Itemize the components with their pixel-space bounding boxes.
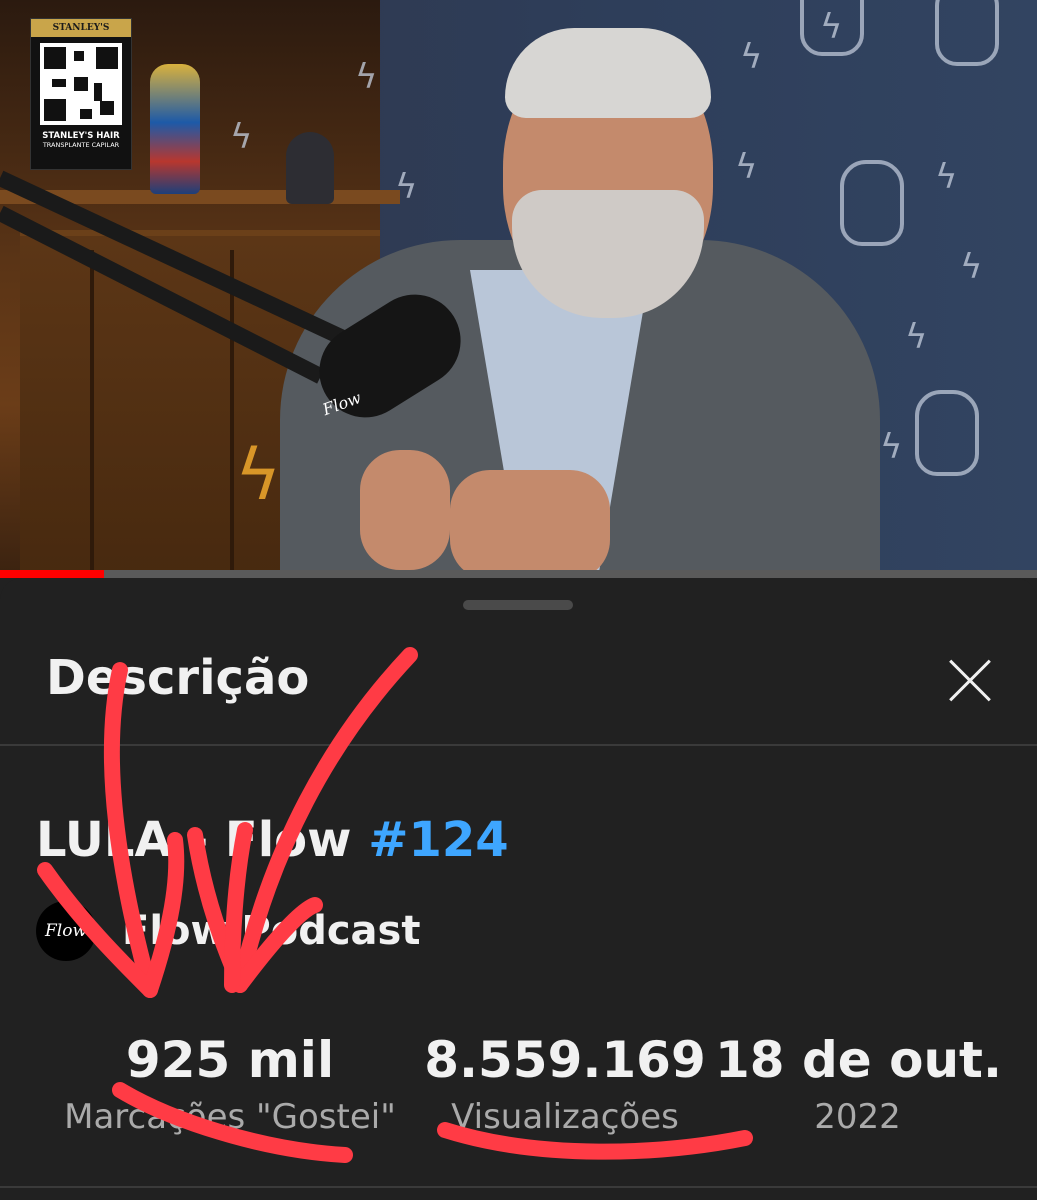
sponsor-card: STANLEY'S STANLEY'S HAIR TRANSPLANTE CAP… [30, 18, 132, 170]
description-sheet: Descrição LULA - Flow #124 Flow Flow Pod… [0, 578, 1037, 1200]
date-value: 18 de out. [715, 1031, 1002, 1089]
date-year: 2022 [814, 1097, 901, 1137]
bolt-decoration: ϟ [960, 247, 983, 287]
person-hand [450, 470, 610, 578]
sheet-title: Descrição [46, 650, 310, 706]
views-label: Visualizações [451, 1097, 679, 1137]
video-player[interactable]: ϟ ϟ ϟ ϟ ϟ ϟ ϟ ϟ ϟ ϟ ϟ Flow STANLEY'S STA [0, 0, 1037, 578]
channel-avatar[interactable]: Flow [36, 901, 96, 961]
bolt-decoration: ϟ [880, 427, 903, 467]
bolt-decoration: ϟ [740, 37, 763, 77]
divider [0, 1186, 1037, 1188]
bolt-decoration: ϟ [735, 147, 758, 187]
likes-label: Marcações "Gostei" [64, 1097, 396, 1137]
hashtag-link[interactable]: #124 [368, 812, 508, 868]
toy-figure [286, 132, 334, 204]
channel-row[interactable]: Flow Flow Podcast [36, 900, 420, 962]
sponsor-brand: STANLEY'S [31, 19, 131, 37]
bolt-decoration: ϟ [905, 317, 928, 357]
person-hand [360, 450, 450, 570]
person-hair [505, 28, 711, 118]
views-stat: 8.559.169 Visualizações [420, 1030, 710, 1140]
video-title: LULA - Flow #124 [36, 810, 509, 870]
cabinet-divider [230, 250, 234, 570]
mic-decoration [840, 160, 904, 246]
close-icon[interactable] [938, 648, 1002, 712]
mic-decoration [915, 390, 979, 476]
action-figure [150, 64, 200, 194]
sponsor-name: STANLEY'S HAIR [42, 131, 120, 141]
bolt-decoration: ϟ [355, 57, 378, 97]
bolt-decoration: ϟ [235, 434, 282, 516]
qr-code [40, 43, 122, 125]
sponsor-subtitle: TRANSPLANTE CAPILAR [42, 141, 120, 149]
video-title-text: LULA - Flow [36, 812, 352, 868]
bolt-decoration: ϟ [395, 167, 418, 207]
views-value: 8.559.169 [424, 1031, 706, 1089]
date-stat: 18 de out. 2022 [715, 1030, 1002, 1140]
progress-bar-fill [0, 570, 104, 578]
divider [0, 744, 1037, 746]
bolt-decoration: ϟ [230, 117, 253, 157]
mic-decoration [935, 0, 999, 66]
mic-decoration [800, 0, 864, 56]
bolt-decoration: ϟ [935, 157, 958, 197]
likes-value: 925 mil [125, 1031, 335, 1089]
progress-bar[interactable] [0, 570, 1037, 578]
likes-stat: 925 mil Marcações "Gostei" [40, 1030, 420, 1140]
cabinet-divider [90, 250, 94, 570]
channel-name[interactable]: Flow Podcast [122, 908, 420, 954]
drag-handle[interactable] [463, 600, 573, 610]
